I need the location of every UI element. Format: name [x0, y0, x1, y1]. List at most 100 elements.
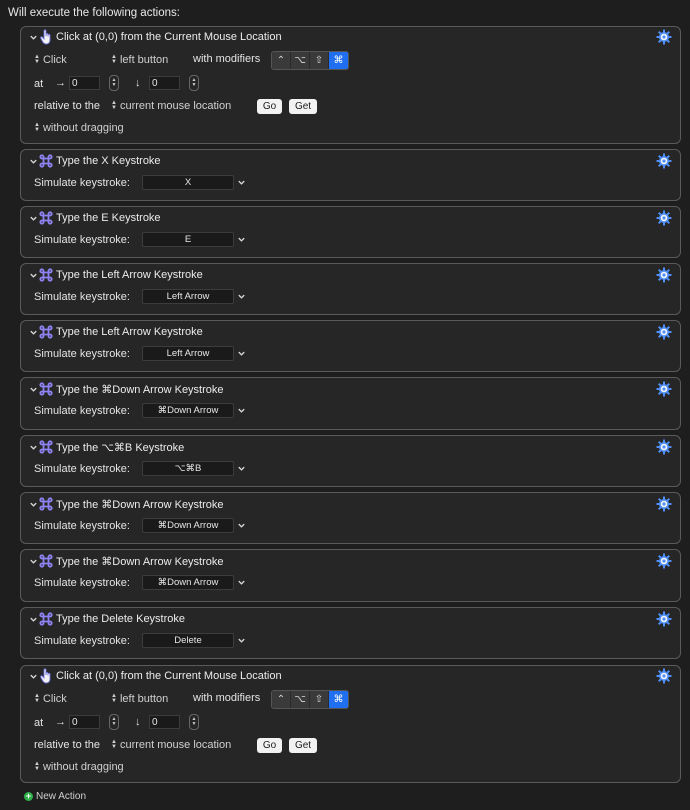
- click-type-popup[interactable]: ▲ ▼ Click: [34, 693, 67, 705]
- command-key-icon: [38, 381, 54, 397]
- action-title: Type the E Keystroke: [56, 212, 161, 224]
- disclosure-chevron-icon[interactable]: [28, 499, 38, 509]
- disclosure-chevron-icon[interactable]: [28, 614, 38, 624]
- relative-location-popup[interactable]: ▲ ▼ current mouse location: [111, 100, 231, 112]
- gear-icon[interactable]: [656, 267, 672, 283]
- keystroke-field[interactable]: E: [142, 232, 234, 247]
- gear-icon[interactable]: [656, 324, 672, 340]
- y-stepper[interactable]: ▲ ▼: [189, 75, 199, 91]
- action-title: Type the Left Arrow Keystroke: [56, 269, 203, 281]
- command-modifier[interactable]: ⌘: [329, 691, 348, 708]
- keystroke-menu-chevron-icon[interactable]: [237, 235, 246, 244]
- keystroke-action[interactable]: Type the X Keystroke Simulate keystroke:…: [20, 149, 681, 201]
- disclosure-chevron-icon[interactable]: [28, 671, 38, 681]
- option-modifier[interactable]: ⌥: [291, 691, 310, 708]
- option-modifier[interactable]: ⌥: [291, 52, 310, 69]
- keystroke-field[interactable]: ⌥⌘B: [142, 461, 234, 476]
- disclosure-chevron-icon[interactable]: [28, 156, 38, 166]
- down-arrow-icon: ↓: [135, 716, 141, 728]
- keystroke-action[interactable]: Type the Delete Keystroke Simulate keyst…: [20, 607, 681, 659]
- disclosure-chevron-icon[interactable]: [28, 442, 38, 452]
- action-title: Type the ⌘Down Arrow Keystroke: [56, 383, 224, 396]
- gear-icon[interactable]: [656, 29, 672, 45]
- keystroke-action[interactable]: Type the Left Arrow Keystroke Simulate k…: [20, 320, 681, 372]
- keystroke-menu-chevron-icon[interactable]: [237, 178, 246, 187]
- shift-modifier[interactable]: ⇧: [310, 52, 329, 69]
- keystroke-field[interactable]: X: [142, 175, 234, 190]
- gear-icon[interactable]: [656, 611, 672, 627]
- disclosure-chevron-icon[interactable]: [28, 213, 38, 223]
- dragging-popup[interactable]: ▲ ▼ without dragging: [34, 761, 124, 773]
- command-modifier[interactable]: ⌘: [329, 52, 348, 69]
- x-stepper[interactable]: ▲ ▼: [109, 75, 119, 91]
- x-coordinate-field[interactable]: 0: [69, 715, 100, 729]
- keystroke-action[interactable]: Type the ⌘Down Arrow Keystroke Simulate …: [20, 492, 681, 544]
- disclosure-chevron-icon[interactable]: [28, 32, 38, 42]
- keystroke-action[interactable]: Type the ⌘Down Arrow Keystroke Simulate …: [20, 377, 681, 430]
- y-stepper[interactable]: ▲ ▼: [189, 714, 199, 730]
- gear-icon[interactable]: [656, 553, 672, 569]
- gear-icon[interactable]: [656, 496, 672, 512]
- keystroke-menu-chevron-icon[interactable]: [237, 464, 246, 473]
- click-type-popup[interactable]: ▲ ▼ Click: [34, 54, 67, 66]
- mouse-button-popup[interactable]: ▲ ▼ left button: [111, 693, 168, 705]
- disclosure-chevron-icon[interactable]: [28, 384, 38, 394]
- keystroke-menu-chevron-icon[interactable]: [237, 406, 246, 415]
- gear-icon[interactable]: [656, 153, 672, 169]
- shift-modifier[interactable]: ⇧: [310, 691, 329, 708]
- control-modifier[interactable]: ⌃: [272, 691, 291, 708]
- y-coordinate-field[interactable]: 0: [149, 715, 180, 729]
- control-modifier[interactable]: ⌃: [272, 52, 291, 69]
- plus-icon: +: [24, 791, 33, 801]
- gear-icon[interactable]: [656, 668, 672, 684]
- mouse-button-popup[interactable]: ▲ ▼ left button: [111, 54, 168, 66]
- gear-icon[interactable]: [656, 439, 672, 455]
- keystroke-field[interactable]: Left Arrow: [142, 346, 234, 361]
- action-title: Type the Delete Keystroke: [56, 613, 186, 625]
- keystroke-field[interactable]: ⌘Down Arrow: [142, 403, 234, 418]
- disclosure-chevron-icon[interactable]: [28, 327, 38, 337]
- keystroke-field[interactable]: ⌘Down Arrow: [142, 518, 234, 533]
- simulate-keystroke-label: Simulate keystroke:: [34, 291, 130, 303]
- keystroke-field[interactable]: Left Arrow: [142, 289, 234, 304]
- x-coordinate-field[interactable]: 0: [69, 76, 100, 90]
- keystroke-action[interactable]: Type the ⌘Down Arrow Keystroke Simulate …: [20, 549, 681, 602]
- click-action[interactable]: Click at (0,0) from the Current Mouse Lo…: [20, 665, 681, 783]
- keystroke-menu-chevron-icon[interactable]: [237, 636, 246, 645]
- actions-header: Will execute the following actions:: [8, 7, 180, 19]
- command-key-icon: [38, 611, 54, 627]
- go-button[interactable]: Go: [257, 99, 282, 114]
- keystroke-field[interactable]: Delete: [142, 633, 234, 648]
- keystroke-field[interactable]: ⌘Down Arrow: [142, 575, 234, 590]
- keystroke-action[interactable]: Type the ⌥⌘B Keystroke Simulate keystrok…: [20, 435, 681, 487]
- command-key-icon: [38, 153, 54, 169]
- gear-icon[interactable]: [656, 381, 672, 397]
- disclosure-chevron-icon[interactable]: [28, 556, 38, 566]
- modifier-keys[interactable]: ⌃ ⌥ ⇧ ⌘: [271, 690, 349, 709]
- action-title: Type the Left Arrow Keystroke: [56, 326, 203, 338]
- y-coordinate-field[interactable]: 0: [149, 76, 180, 90]
- modifier-keys[interactable]: ⌃ ⌥ ⇧ ⌘: [271, 51, 349, 70]
- click-action[interactable]: Click at (0,0) from the Current Mouse Lo…: [20, 26, 681, 144]
- x-stepper[interactable]: ▲ ▼: [109, 714, 119, 730]
- keystroke-action[interactable]: Type the E Keystroke Simulate keystroke:…: [20, 206, 681, 258]
- command-key-icon: [38, 553, 54, 569]
- keystroke-menu-chevron-icon[interactable]: [237, 349, 246, 358]
- get-button[interactable]: Get: [289, 738, 317, 753]
- gear-icon[interactable]: [656, 210, 672, 226]
- at-label: at: [34, 78, 44, 90]
- with-modifiers-label: with modifiers: [193, 53, 261, 65]
- keystroke-menu-chevron-icon[interactable]: [237, 578, 246, 587]
- at-label: at: [34, 717, 44, 729]
- simulate-keystroke-label: Simulate keystroke:: [34, 463, 130, 475]
- get-button[interactable]: Get: [289, 99, 317, 114]
- dragging-popup[interactable]: ▲ ▼ without dragging: [34, 122, 124, 134]
- simulate-keystroke-label: Simulate keystroke:: [34, 234, 130, 246]
- go-button[interactable]: Go: [257, 738, 282, 753]
- disclosure-chevron-icon[interactable]: [28, 270, 38, 280]
- keystroke-menu-chevron-icon[interactable]: [237, 292, 246, 301]
- keystroke-action[interactable]: Type the Left Arrow Keystroke Simulate k…: [20, 263, 681, 315]
- relative-location-popup[interactable]: ▲ ▼ current mouse location: [111, 739, 231, 751]
- keystroke-menu-chevron-icon[interactable]: [237, 521, 246, 530]
- new-action-button[interactable]: + New Action: [24, 791, 86, 802]
